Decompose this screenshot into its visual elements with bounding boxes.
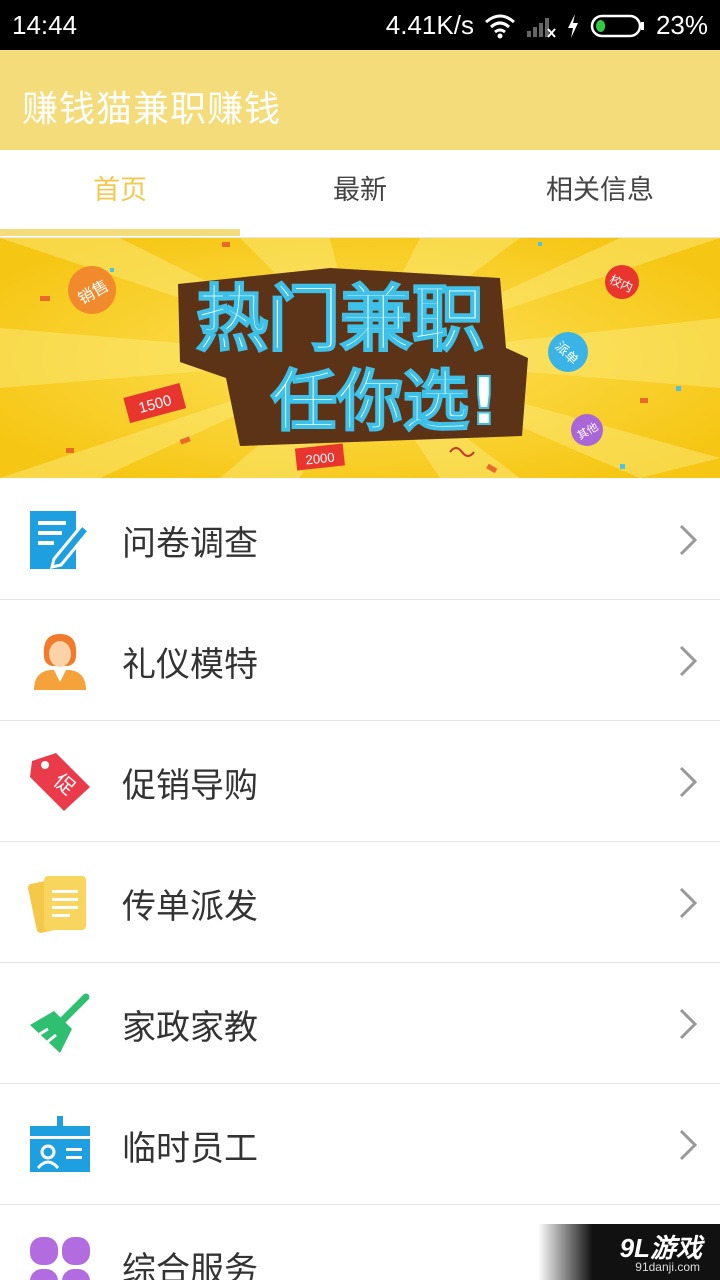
charging-icon bbox=[567, 13, 578, 38]
flyer-icon bbox=[28, 876, 86, 933]
banner-graphic: 销售 校内 派单 其他 1500 2000 热门兼职 任你选! bbox=[0, 238, 720, 478]
tab-related-info[interactable]: 相关信息 bbox=[480, 150, 720, 237]
chevron-right-icon bbox=[679, 1008, 698, 1040]
status-time: 14:44 bbox=[12, 10, 78, 40]
chevron-right-icon bbox=[679, 766, 698, 798]
chevron-right-icon bbox=[679, 887, 698, 919]
banner-headline-2: 任你选! bbox=[271, 363, 499, 440]
tab-indicator bbox=[0, 229, 240, 236]
chevron-right-icon bbox=[679, 524, 698, 556]
list-item-flyer[interactable]: 传单派发 bbox=[0, 842, 720, 963]
tab-bar: 首页 最新 相关信息 bbox=[0, 150, 720, 238]
list-item-model[interactable]: 礼仪模特 bbox=[0, 600, 720, 721]
list-item-label: 促销导购 bbox=[122, 766, 258, 806]
list-item-label: 问卷调查 bbox=[122, 524, 258, 564]
watermark-url: 91danji.com bbox=[635, 1260, 700, 1274]
chevron-right-icon bbox=[679, 645, 698, 677]
signal-icon bbox=[526, 17, 556, 38]
list-item-survey[interactable]: 问卷调查 bbox=[0, 479, 720, 600]
svg-text:2000: 2000 bbox=[305, 450, 335, 468]
list-item-label: 综合服务 bbox=[122, 1250, 258, 1280]
list-item-label: 家政家教 bbox=[122, 1008, 258, 1048]
badge-flyer: 派单 bbox=[548, 332, 588, 372]
battery-percent: 23% bbox=[655, 10, 708, 40]
tab-latest[interactable]: 最新 bbox=[240, 150, 480, 237]
list-item-housekeeping[interactable]: 家政家教 bbox=[0, 963, 720, 1084]
grid-icon bbox=[30, 1237, 90, 1280]
list-item-label: 礼仪模特 bbox=[122, 645, 258, 685]
model-icon bbox=[34, 634, 86, 690]
wifi-icon bbox=[484, 14, 515, 38]
badge-other: 其他 bbox=[571, 414, 603, 446]
battery-icon bbox=[590, 14, 644, 37]
tab-home[interactable]: 首页 bbox=[0, 150, 240, 237]
survey-icon bbox=[30, 511, 92, 569]
id-card-icon bbox=[30, 1116, 90, 1172]
chevron-right-icon bbox=[679, 1129, 698, 1161]
broom-icon bbox=[30, 993, 90, 1053]
badge-sales: 销售 bbox=[68, 266, 116, 314]
network-speed: 4.41K/s bbox=[385, 10, 474, 40]
list-item-label: 临时员工 bbox=[122, 1129, 258, 1169]
status-bar: 14:44 4.41K/s 23% bbox=[0, 0, 720, 50]
list-item-promotion[interactable]: 促 促销导购 bbox=[0, 721, 720, 842]
badge-campus: 校内 bbox=[605, 265, 639, 299]
list-item-label: 传单派发 bbox=[122, 887, 258, 927]
banner-headline-1: 热门兼职 bbox=[196, 277, 484, 361]
list-item-temp-staff[interactable]: 临时员工 bbox=[0, 1084, 720, 1205]
app-bar: 赚钱猫兼职赚钱 bbox=[0, 50, 720, 150]
promo-banner[interactable]: 销售 校内 派单 其他 1500 2000 热门兼职 任你选! bbox=[0, 238, 720, 478]
app-title: 赚钱猫兼职赚钱 bbox=[22, 89, 282, 130]
category-list: 问卷调查 礼仪模特 促 促销导购 传单派发 家政家教 临时员工 综合服务 bbox=[0, 479, 720, 1280]
watermark: 9L游戏 91danji.com bbox=[538, 1224, 720, 1280]
promo-tag-icon: 促 bbox=[30, 753, 90, 811]
